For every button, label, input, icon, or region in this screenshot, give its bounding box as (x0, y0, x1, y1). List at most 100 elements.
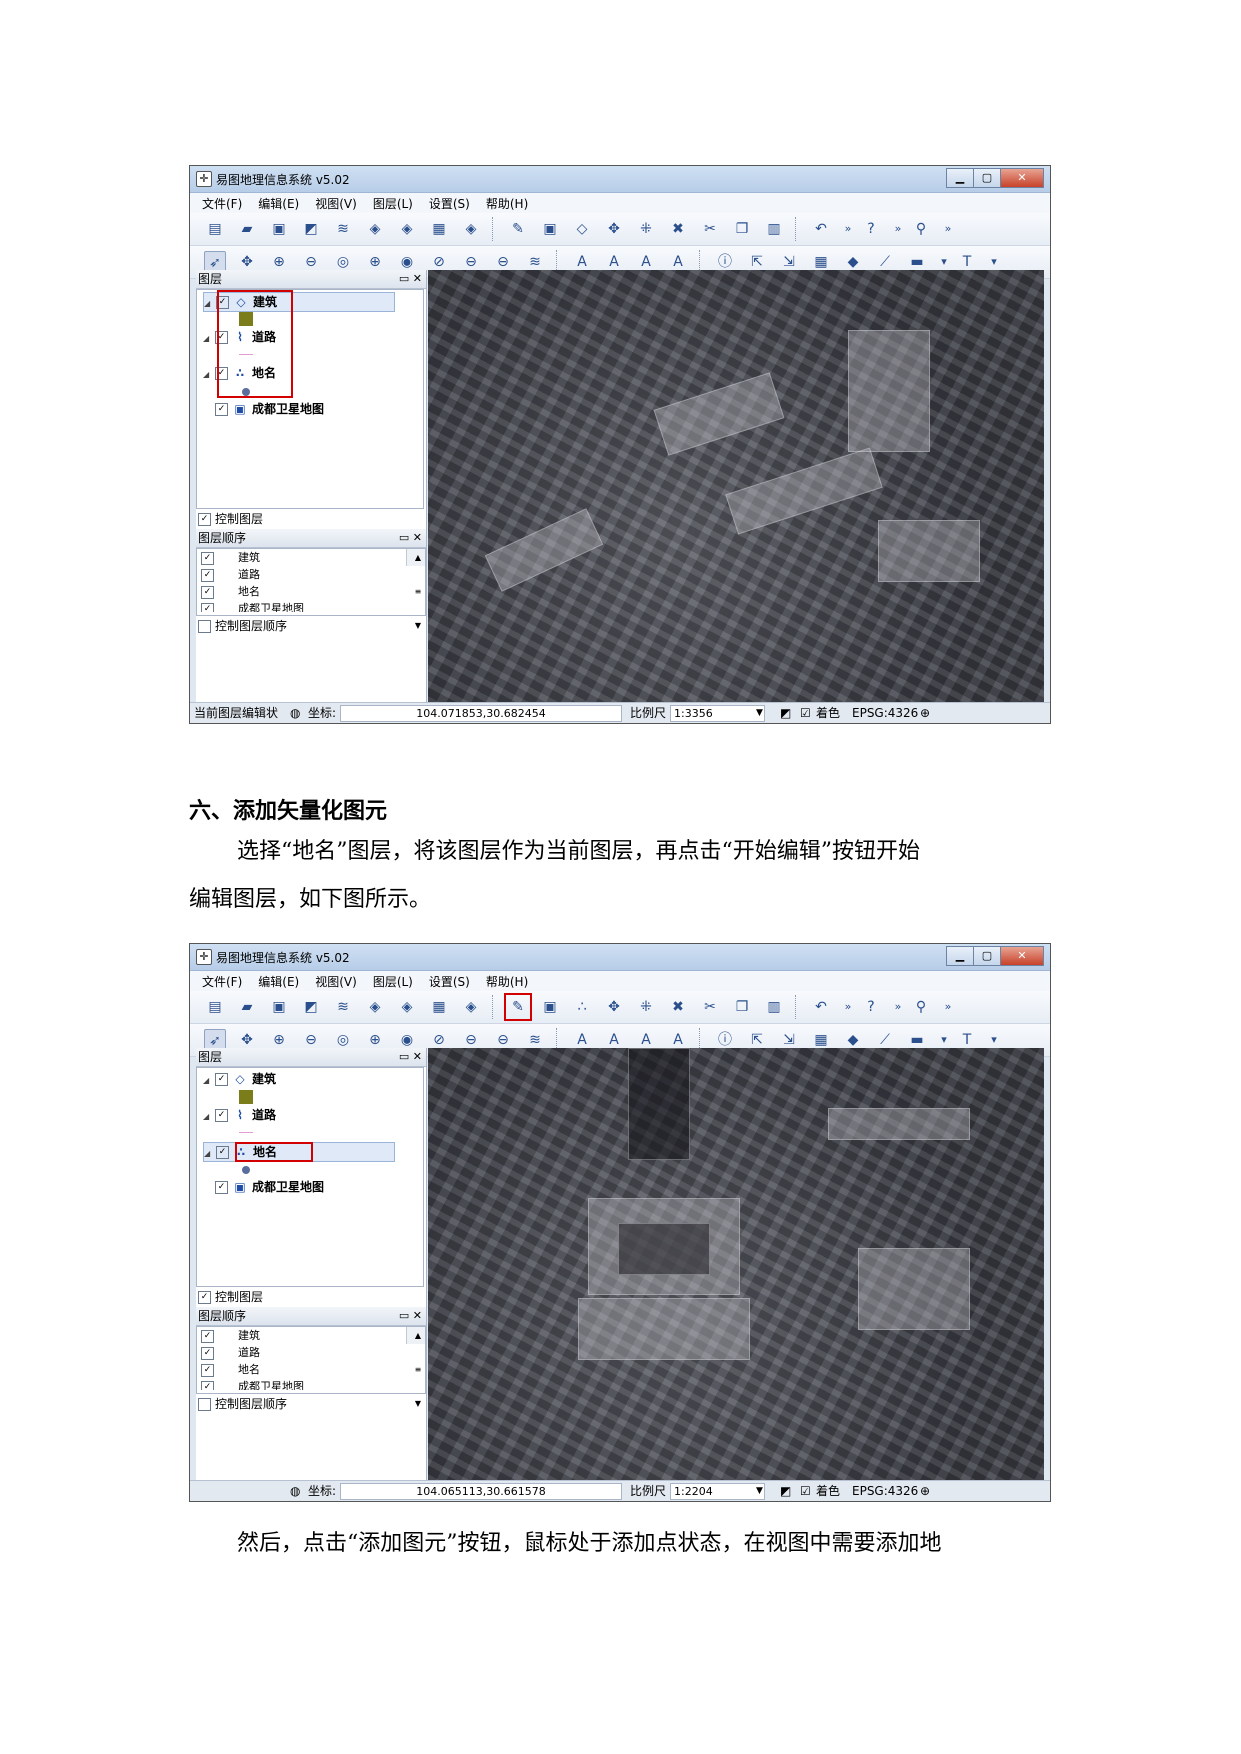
close-icon[interactable]: ✕ (1000, 946, 1044, 966)
checkbox[interactable]: ✓ (198, 513, 211, 526)
add-layer-icon[interactable]: ◈ (364, 218, 386, 240)
copy-icon[interactable]: ❐ (731, 996, 753, 1018)
menu-view[interactable]: 视图(V) (315, 195, 357, 212)
expand-arrow-icon[interactable]: ◢ (203, 1108, 215, 1126)
checkbox[interactable]: ✓ (215, 403, 228, 416)
menu-layer[interactable]: 图层(L) (373, 195, 413, 212)
checkbox[interactable]: ✓ (215, 1109, 228, 1122)
list-item[interactable]: ✓ 建筑 (197, 549, 425, 566)
render-toggle-icon[interactable]: ◩ (780, 703, 791, 723)
dropdown-arrow-icon[interactable]: ▼ (756, 703, 763, 723)
expand-arrow-icon[interactable]: ◢ (203, 366, 215, 384)
add-point-icon[interactable]: ∴ (571, 996, 593, 1018)
expand-arrow-icon[interactable]: ◢ (204, 295, 216, 313)
overflow-chevron-icon[interactable]: » (842, 218, 854, 240)
overflow-chevron-icon[interactable]: » (842, 996, 854, 1018)
save-edit-icon[interactable]: ▣ (539, 996, 561, 1018)
new-layer-icon[interactable]: ≋ (332, 996, 354, 1018)
new-project-icon[interactable]: ▤ (204, 218, 226, 240)
list-item[interactable]: ✓ 成都卫星地图 (197, 1378, 425, 1390)
overflow-chevron-icon[interactable]: » (942, 996, 954, 1018)
checkbox[interactable]: ✓ (215, 1073, 228, 1086)
node-tool-icon[interactable]: ⁜ (635, 218, 657, 240)
checkbox[interactable]: ✓ (201, 602, 214, 612)
save-icon[interactable]: ▣ (268, 218, 290, 240)
checkbox[interactable]: ✓ (216, 1146, 229, 1159)
dropdown-arrow-icon[interactable]: ▼ (756, 1481, 763, 1501)
crs-icon[interactable]: ⊕ (920, 703, 930, 723)
minimize-icon[interactable]: ▁ (946, 946, 974, 966)
copy-icon[interactable]: ❐ (731, 218, 753, 240)
panel-float-close-icon[interactable]: ▭ ✕ (399, 529, 422, 547)
layer-row-building[interactable]: ◢ ✓ ◇ 建筑 (203, 1070, 276, 1088)
panel-float-close-icon[interactable]: ▭ ✕ (399, 270, 422, 288)
identify-icon[interactable]: ⚲ (910, 218, 932, 240)
remove-layer-icon[interactable]: ◈ (460, 996, 482, 1018)
menu-edit[interactable]: 编辑(E) (258, 195, 299, 212)
coord-field[interactable]: 104.071853,30.682454 (340, 705, 622, 722)
crs-icon[interactable]: ⊕ (920, 1481, 930, 1501)
checkbox[interactable]: ✓ (201, 551, 214, 565)
overflow-chevron-icon[interactable]: » (892, 996, 904, 1018)
checkbox[interactable]: ✓ (201, 585, 214, 599)
overflow-chevron-icon[interactable]: » (892, 218, 904, 240)
checkbox[interactable]: ✓ (201, 1380, 214, 1390)
move-feature-icon[interactable]: ✥ (603, 218, 625, 240)
color-checkbox[interactable]: ☑ (800, 703, 811, 723)
maximize-icon[interactable]: ▢ (973, 946, 1001, 966)
add-vector-icon[interactable]: ◈ (396, 218, 418, 240)
menu-help[interactable]: 帮助(H) (486, 195, 528, 212)
add-feature-icon[interactable]: ◇ (571, 218, 593, 240)
add-raster-icon[interactable]: ▦ (428, 996, 450, 1018)
remove-layer-icon[interactable]: ◈ (460, 218, 482, 240)
maximize-icon[interactable]: ▢ (973, 168, 1001, 188)
save-as-icon[interactable]: ◩ (300, 996, 322, 1018)
expand-arrow-icon[interactable]: ◢ (203, 1072, 215, 1090)
control-layers-option[interactable]: ✓ 控制图层 (196, 509, 426, 529)
menu-settings[interactable]: 设置(S) (429, 973, 470, 990)
color-checkbox[interactable]: ☑ (800, 1481, 811, 1501)
menu-help[interactable]: 帮助(H) (486, 973, 528, 990)
menu-layer[interactable]: 图层(L) (373, 973, 413, 990)
save-icon[interactable]: ▣ (268, 996, 290, 1018)
minimize-icon[interactable]: ▁ (946, 168, 974, 188)
epsg-label[interactable]: EPSG:4326 (852, 1481, 918, 1501)
help-icon[interactable]: ? (860, 218, 882, 240)
list-item[interactable]: ✓ 地名 (197, 583, 425, 600)
scale-select[interactable]: 1:2204 (670, 1483, 765, 1500)
coord-field[interactable]: 104.065113,30.661578 (340, 1483, 622, 1500)
save-as-icon[interactable]: ◩ (300, 218, 322, 240)
layer-row-satellite[interactable]: ✓ ▣ 成都卫星地图 (203, 400, 324, 418)
scale-select[interactable]: 1:3356 (670, 705, 765, 722)
delete-feature-icon[interactable]: ✖ (667, 218, 689, 240)
layer-row-road[interactable]: ◢ ✓ ⌇ 道路 (203, 1106, 276, 1124)
expand-arrow-icon[interactable]: ◢ (204, 1145, 216, 1163)
list-item[interactable]: ✓ 道路 (197, 566, 425, 583)
start-edit-pencil-icon[interactable]: ✎ (504, 993, 532, 1021)
open-folder-icon[interactable]: ▰ (236, 218, 258, 240)
identify-icon[interactable]: ⚲ (910, 996, 932, 1018)
menu-view[interactable]: 视图(V) (315, 973, 357, 990)
start-edit-pencil-icon[interactable]: ✎ (507, 218, 529, 240)
list-item[interactable]: ✓ 建筑 (197, 1327, 425, 1344)
checkbox[interactable]: ✓ (201, 1363, 214, 1377)
menu-settings[interactable]: 设置(S) (429, 195, 470, 212)
menu-file[interactable]: 文件(F) (202, 973, 242, 990)
add-raster-icon[interactable]: ▦ (428, 218, 450, 240)
list-item[interactable]: ✓ 成都卫星地图 (197, 600, 425, 612)
checkbox[interactable]: ✓ (201, 1346, 214, 1360)
checkbox[interactable]: ✓ (201, 1329, 214, 1343)
map-view[interactable] (428, 1048, 1044, 1481)
paste-icon[interactable]: ▥ (763, 218, 785, 240)
undo-icon[interactable]: ↶ (810, 218, 832, 240)
node-tool-icon[interactable]: ⁜ (635, 996, 657, 1018)
control-layer-order-option[interactable]: 控制图层顺序 (196, 1394, 426, 1414)
move-feature-icon[interactable]: ✥ (603, 996, 625, 1018)
layer-row-satellite[interactable]: ✓ ▣ 成都卫星地图 (203, 1178, 324, 1196)
map-view[interactable] (428, 270, 1044, 703)
checkbox[interactable]: ✓ (198, 1291, 211, 1304)
add-layer-icon[interactable]: ◈ (364, 996, 386, 1018)
delete-feature-icon[interactable]: ✖ (667, 996, 689, 1018)
expand-arrow-icon[interactable]: ◢ (203, 330, 215, 348)
cut-icon[interactable]: ✂ (699, 218, 721, 240)
